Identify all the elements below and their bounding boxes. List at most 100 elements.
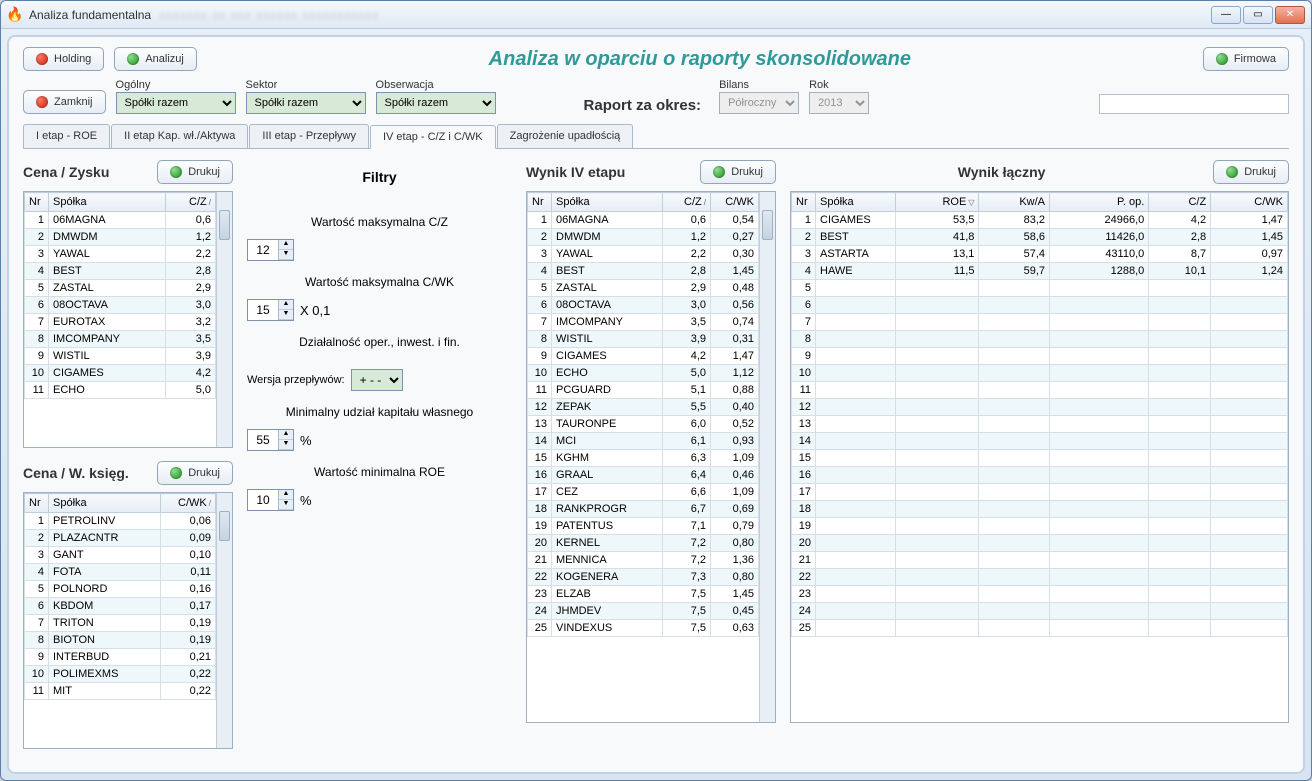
- col-nr[interactable]: Nr: [528, 193, 552, 212]
- table-row[interactable]: 11ECHO5,0: [25, 382, 216, 399]
- spin-up-icon[interactable]: ▲: [279, 490, 293, 500]
- table-row[interactable]: 5POLNORD0,16: [25, 581, 216, 598]
- table-row[interactable]: 11MIT0,22: [25, 683, 216, 700]
- table-row[interactable]: 3ASTARTA13,157,443110,08,70,97: [792, 246, 1288, 263]
- drukuj-cz-button[interactable]: Drukuj: [157, 160, 233, 184]
- tab-2[interactable]: III etap - Przepływy: [249, 124, 369, 148]
- table-row[interactable]: 8: [792, 331, 1288, 348]
- col-pop[interactable]: P. op.: [1050, 193, 1149, 212]
- table-row[interactable]: 7IMCOMPANY3,50,74: [528, 314, 759, 331]
- table-row[interactable]: 10ECHO5,01,12: [528, 365, 759, 382]
- col-nr[interactable]: Nr: [792, 193, 816, 212]
- table-row[interactable]: 18RANKPROGR6,70,69: [528, 501, 759, 518]
- table-row[interactable]: 8BIOTON0,19: [25, 632, 216, 649]
- spin-down-icon[interactable]: ▼: [279, 500, 293, 510]
- table-row[interactable]: 1CIGAMES53,583,224966,04,21,47: [792, 212, 1288, 229]
- table-row[interactable]: 4HAWE11,559,71288,010,11,24: [792, 263, 1288, 280]
- table-row[interactable]: 8WISTIL3,90,31: [528, 331, 759, 348]
- spin-up-icon[interactable]: ▲: [279, 240, 293, 250]
- table-row[interactable]: 15: [792, 450, 1288, 467]
- analizuj-button[interactable]: Analizuj: [114, 47, 197, 71]
- table-row[interactable]: 23: [792, 586, 1288, 603]
- sektor-select[interactable]: Spółki razem: [246, 92, 366, 114]
- drukuj-wynikL-button[interactable]: Drukuj: [1213, 160, 1289, 184]
- table-row[interactable]: 2DMWDM1,2: [25, 229, 216, 246]
- col-cz[interactable]: C/Z: [1149, 193, 1211, 212]
- scrollbar[interactable]: [216, 192, 232, 447]
- table-row[interactable]: 13: [792, 416, 1288, 433]
- col-spolka[interactable]: Spółka: [552, 193, 663, 212]
- table-row[interactable]: 19: [792, 518, 1288, 535]
- ogolny-select[interactable]: Spółki razem: [116, 92, 236, 114]
- table-row[interactable]: 19PATENTUS7,10,79: [528, 518, 759, 535]
- table-row[interactable]: 608OCTAVA3,0: [25, 297, 216, 314]
- table-row[interactable]: 2PLAZACNTR0,09: [25, 530, 216, 547]
- table-row[interactable]: 3YAWAL2,20,30: [528, 246, 759, 263]
- table-row[interactable]: 20KERNEL7,20,80: [528, 535, 759, 552]
- maximize-button[interactable]: ▭: [1243, 6, 1273, 24]
- table-row[interactable]: 5: [792, 280, 1288, 297]
- table-row[interactable]: 9: [792, 348, 1288, 365]
- table-row[interactable]: 3GANT0,10: [25, 547, 216, 564]
- col-kwa[interactable]: Kw/A: [979, 193, 1050, 212]
- col-roe[interactable]: ROE▽: [896, 193, 979, 212]
- table-row[interactable]: 9WISTIL3,9: [25, 348, 216, 365]
- col-cwk[interactable]: C/WK: [711, 193, 759, 212]
- table-row[interactable]: 608OCTAVA3,00,56: [528, 297, 759, 314]
- scrollbar[interactable]: [216, 493, 232, 748]
- col-spolka[interactable]: Spółka: [816, 193, 896, 212]
- scrollbar[interactable]: [759, 192, 775, 722]
- table-row[interactable]: 11: [792, 382, 1288, 399]
- minimize-button[interactable]: —: [1211, 6, 1241, 24]
- table-row[interactable]: 21: [792, 552, 1288, 569]
- search-input[interactable]: [1099, 94, 1289, 114]
- wynik4-grid[interactable]: Nr Spółka C/Z/ C/WK 106MAGNA0,60,542DMWD…: [527, 192, 759, 722]
- table-row[interactable]: 25VINDEXUS7,50,63: [528, 620, 759, 637]
- col-cwk[interactable]: C/WK/: [161, 494, 216, 513]
- col-nr[interactable]: Nr: [25, 494, 49, 513]
- col-cz[interactable]: C/Z/: [663, 193, 711, 212]
- table-row[interactable]: 4BEST2,8: [25, 263, 216, 280]
- table-row[interactable]: 2BEST41,858,611426,02,81,45: [792, 229, 1288, 246]
- table-row[interactable]: 13TAURONPE6,00,52: [528, 416, 759, 433]
- close-button[interactable]: ✕: [1275, 6, 1305, 24]
- max-cz-spinner[interactable]: ▲▼: [247, 239, 294, 261]
- table-row[interactable]: 7: [792, 314, 1288, 331]
- table-row[interactable]: 17CEZ6,61,09: [528, 484, 759, 501]
- obserwacja-select[interactable]: Spółki razem: [376, 92, 496, 114]
- tab-0[interactable]: I etap - ROE: [23, 124, 110, 148]
- firmowa-button[interactable]: Firmowa: [1203, 47, 1289, 71]
- table-row[interactable]: 5ZASTAL2,9: [25, 280, 216, 297]
- drukuj-cwk-button[interactable]: Drukuj: [157, 461, 233, 485]
- table-row[interactable]: 4FOTA0,11: [25, 564, 216, 581]
- table-row[interactable]: 22: [792, 569, 1288, 586]
- wersja-select[interactable]: + - -: [351, 369, 403, 391]
- table-row[interactable]: 7TRITON0,19: [25, 615, 216, 632]
- tab-4[interactable]: Zagrożenie upadłością: [497, 124, 634, 148]
- table-row[interactable]: 106MAGNA0,6: [25, 212, 216, 229]
- table-row[interactable]: 16: [792, 467, 1288, 484]
- table-row[interactable]: 17: [792, 484, 1288, 501]
- max-cwk-spinner[interactable]: ▲▼: [247, 299, 294, 321]
- zamknij-button[interactable]: Zamknij: [23, 90, 106, 114]
- table-row[interactable]: 11PCGUARD5,10,88: [528, 382, 759, 399]
- table-row[interactable]: 25: [792, 620, 1288, 637]
- table-row[interactable]: 10CIGAMES4,2: [25, 365, 216, 382]
- table-row[interactable]: 1PETROLINV0,06: [25, 513, 216, 530]
- tab-3[interactable]: IV etap - C/Z i C/WK: [370, 125, 496, 149]
- table-row[interactable]: 9INTERBUD0,21: [25, 649, 216, 666]
- table-row[interactable]: 2DMWDM1,20,27: [528, 229, 759, 246]
- cz-grid[interactable]: Nr Spółka C/Z/ 106MAGNA0,62DMWDM1,23YAWA…: [24, 192, 216, 447]
- table-row[interactable]: 20: [792, 535, 1288, 552]
- table-row[interactable]: 24: [792, 603, 1288, 620]
- table-row[interactable]: 7EUROTAX3,2: [25, 314, 216, 331]
- table-row[interactable]: 106MAGNA0,60,54: [528, 212, 759, 229]
- table-row[interactable]: 12ZEPAK5,50,40: [528, 399, 759, 416]
- table-row[interactable]: 8IMCOMPANY3,5: [25, 331, 216, 348]
- table-row[interactable]: 24JHMDEV7,50,45: [528, 603, 759, 620]
- holding-button[interactable]: Holding: [23, 47, 104, 71]
- table-row[interactable]: 12: [792, 399, 1288, 416]
- spin-up-icon[interactable]: ▲: [279, 430, 293, 440]
- table-row[interactable]: 14: [792, 433, 1288, 450]
- table-row[interactable]: 23ELZAB7,51,45: [528, 586, 759, 603]
